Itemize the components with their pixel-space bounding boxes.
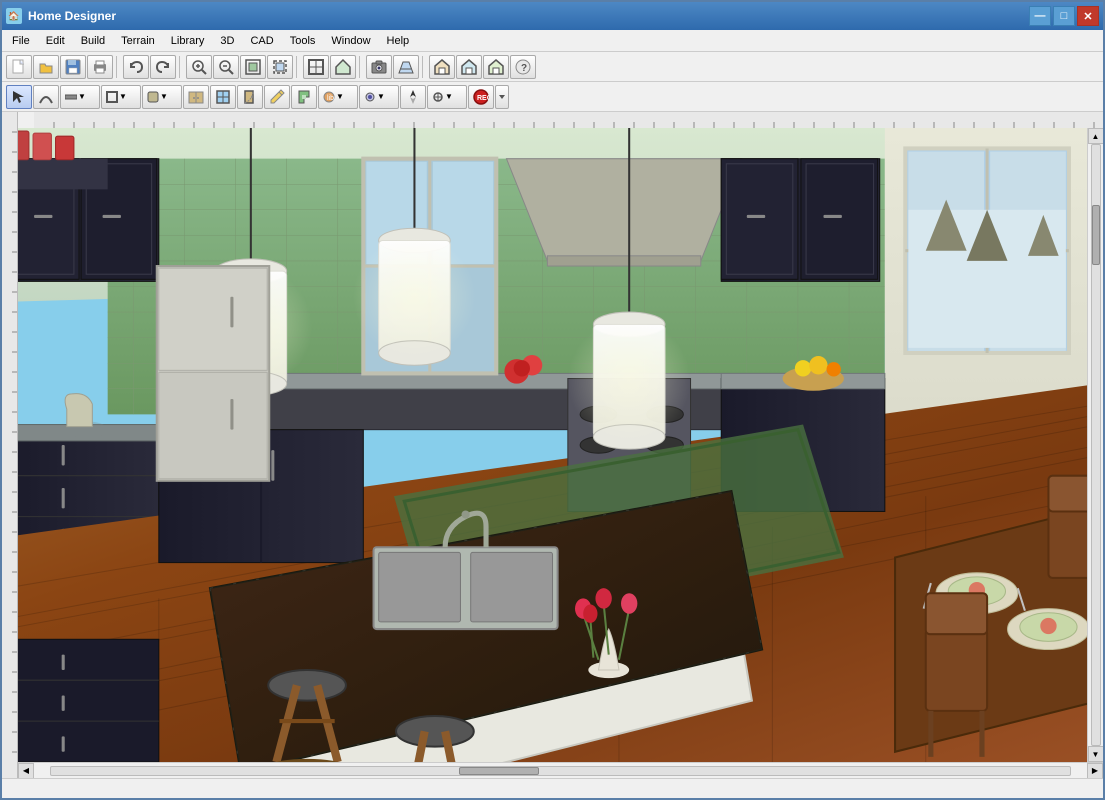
wall-dropdown[interactable]: ▼	[60, 85, 100, 109]
menu-window[interactable]: Window	[323, 33, 378, 49]
svg-text:REC: REC	[477, 95, 489, 102]
top-ruler	[34, 112, 1103, 128]
zoom-ext-button[interactable]	[267, 55, 293, 79]
arc-tool[interactable]	[33, 85, 59, 109]
minimize-button[interactable]: —	[1029, 6, 1051, 26]
print-button[interactable]	[87, 55, 113, 79]
room-dropdown[interactable]: ▼	[101, 85, 141, 109]
fixture-dropdown[interactable]: ▼	[142, 85, 182, 109]
house1-button[interactable]	[429, 55, 455, 79]
open-button[interactable]	[33, 55, 59, 79]
menu-help[interactable]: Help	[379, 33, 418, 49]
viewport-container: ▲ ▼ ◀ ▶	[18, 112, 1103, 778]
content-area: ▲ ▼ ◀ ▶	[2, 112, 1103, 778]
separator-3	[296, 56, 300, 78]
menu-bar: File Edit Build Terrain Library 3D CAD T…	[2, 30, 1103, 52]
title-bar-left: 🏠 Home Designer	[6, 8, 116, 24]
perspective-button[interactable]	[393, 55, 419, 79]
house3-button[interactable]	[483, 55, 509, 79]
menu-3d[interactable]: 3D	[212, 33, 242, 49]
menu-edit[interactable]: Edit	[38, 33, 73, 49]
scroll-right-arrow[interactable]: ▶	[1087, 763, 1103, 779]
toolbar-row-1: ?	[2, 52, 1103, 82]
title-bar-controls: — □ ✕	[1029, 6, 1099, 26]
record-button[interactable]: REC	[468, 85, 494, 109]
scroll-left-arrow[interactable]: ◀	[18, 763, 34, 779]
separator-2	[179, 56, 183, 78]
cabinet-button[interactable]	[183, 85, 209, 109]
window-title: Home Designer	[28, 9, 116, 23]
pencil-button[interactable]	[264, 85, 290, 109]
main-window: 🏠 Home Designer — □ ✕ File Edit Build Te…	[0, 0, 1105, 800]
rec-dropdown[interactable]	[495, 85, 509, 109]
v-scroll-track[interactable]	[1091, 144, 1101, 746]
maximize-button[interactable]: □	[1053, 6, 1075, 26]
v-scroll-thumb[interactable]	[1092, 205, 1100, 265]
menu-file[interactable]: File	[4, 33, 38, 49]
select-button[interactable]	[6, 85, 32, 109]
viewport[interactable]	[18, 128, 1087, 762]
zoom-out-button[interactable]	[213, 55, 239, 79]
paint-button[interactable]	[291, 85, 317, 109]
camera-button[interactable]	[366, 55, 392, 79]
point-dropdown[interactable]: ▼	[359, 85, 399, 109]
save-button[interactable]	[60, 55, 86, 79]
h-scroll-track[interactable]	[50, 766, 1071, 776]
close-button[interactable]: ✕	[1077, 6, 1099, 26]
separator-5	[422, 56, 426, 78]
title-bar: 🏠 Home Designer — □ ✕	[2, 2, 1103, 30]
menu-cad[interactable]: CAD	[242, 33, 281, 49]
svg-text:lib: lib	[327, 95, 334, 102]
elevation-button[interactable]	[330, 55, 356, 79]
viewport-row: ▲ ▼	[18, 128, 1103, 762]
menu-build[interactable]: Build	[73, 33, 113, 49]
status-bar	[2, 778, 1103, 798]
floorplan-button[interactable]	[303, 55, 329, 79]
menu-tools[interactable]: Tools	[282, 33, 324, 49]
separator-1	[116, 56, 120, 78]
library-dropdown[interactable]: lib ▼	[318, 85, 358, 109]
left-ruler	[2, 112, 18, 778]
undo-button[interactable]	[123, 55, 149, 79]
scroll-down-arrow[interactable]: ▼	[1088, 746, 1104, 762]
north-arrow-button[interactable]	[400, 85, 426, 109]
kitchen-scene	[18, 128, 1087, 762]
menu-terrain[interactable]: Terrain	[113, 33, 163, 49]
new-button[interactable]	[6, 55, 32, 79]
help-button[interactable]: ?	[510, 55, 536, 79]
window-place-button[interactable]	[210, 85, 236, 109]
door-place-button[interactable]	[237, 85, 263, 109]
svg-text:?: ?	[521, 63, 527, 74]
vertical-scrollbar: ▲ ▼	[1087, 128, 1103, 762]
toolbar-row-2: ▼ ▼ ▼ lib ▼ ▼	[2, 82, 1103, 112]
menu-library[interactable]: Library	[163, 33, 213, 49]
house2-button[interactable]	[456, 55, 482, 79]
app-icon: 🏠	[6, 8, 22, 24]
redo-button[interactable]	[150, 55, 176, 79]
horizontal-scrollbar: ◀ ▶	[18, 762, 1103, 778]
transform-dropdown[interactable]: ▼	[427, 85, 467, 109]
zoom-in-button[interactable]	[186, 55, 212, 79]
scroll-up-arrow[interactable]: ▲	[1088, 128, 1104, 144]
separator-4	[359, 56, 363, 78]
h-scroll-thumb[interactable]	[459, 767, 539, 775]
fit-all-button[interactable]	[240, 55, 266, 79]
